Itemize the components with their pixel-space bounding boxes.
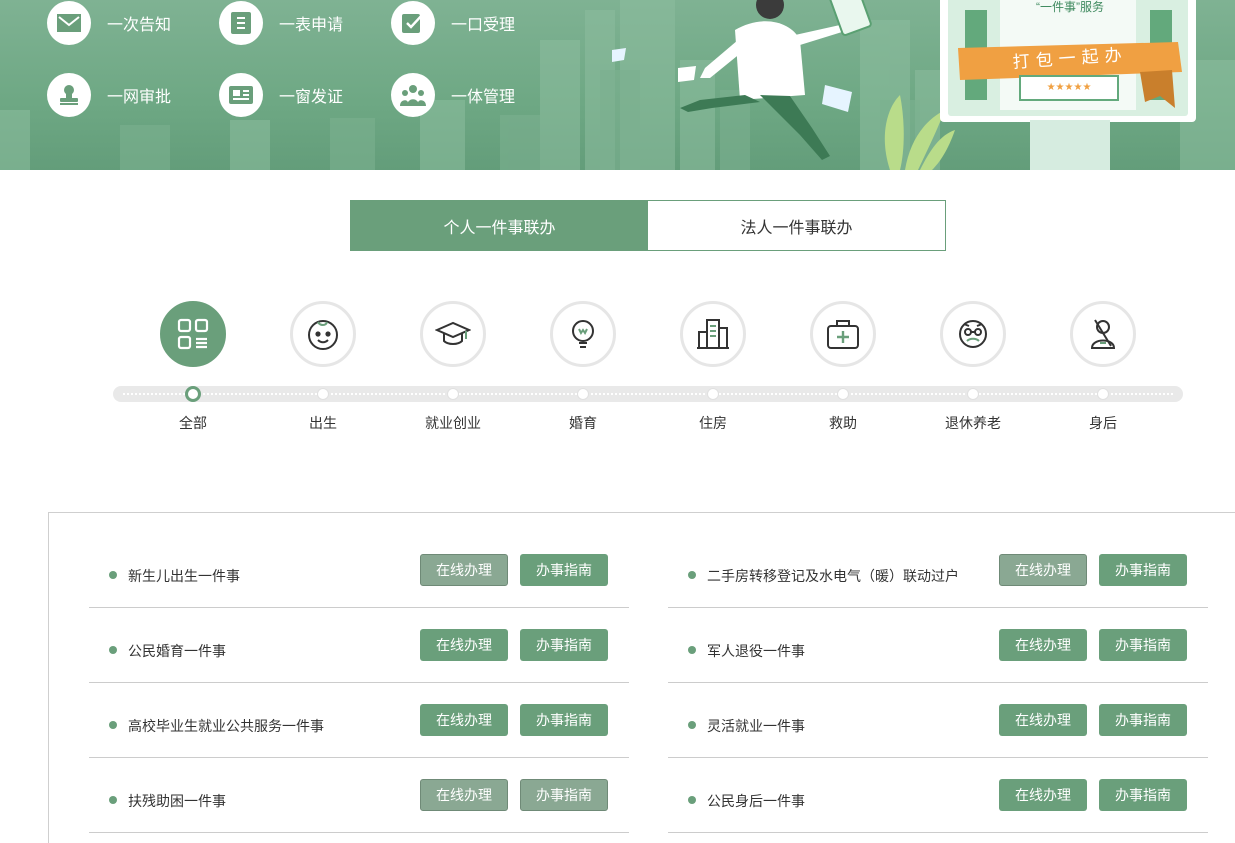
grid-icon [177, 318, 209, 350]
service-guide-button[interactable]: 办事指南 [520, 629, 608, 661]
bullet-dot [109, 796, 117, 804]
feature-online-approval: 一网审批 [47, 72, 171, 118]
service-tabs: 个人一件事联办 法人一件事联办 [350, 200, 946, 251]
bullet-dot [688, 796, 696, 804]
category-label-marriage[interactable]: 婚育 [528, 413, 638, 433]
timeline-node [447, 388, 459, 400]
item-name[interactable]: 公民身后一件事 [707, 791, 805, 811]
tab-personal[interactable]: 个人一件事联办 [351, 201, 648, 250]
timeline-node [837, 388, 849, 400]
bullet-dot [109, 721, 117, 729]
category-assistance-button[interactable] [810, 301, 876, 367]
edit-icon [391, 1, 435, 45]
category-label-assistance[interactable]: 救助 [788, 413, 898, 433]
feature-label: 一体管理 [451, 89, 516, 106]
service-guide-button[interactable]: 办事指南 [1099, 554, 1187, 586]
list-item: 扶残助困一件事 在线办理 办事指南 [89, 758, 629, 833]
online-apply-button[interactable]: 在线办理 [999, 554, 1087, 586]
category-label-posthumous[interactable]: 身后 [1048, 413, 1158, 433]
service-guide-button[interactable]: 办事指南 [1099, 704, 1187, 736]
medical-kit-icon [827, 320, 859, 349]
list-item: 高校毕业生就业公共服务一件事 在线办理 办事指南 [89, 683, 629, 758]
service-guide-button[interactable]: 办事指南 [520, 779, 608, 811]
category-all-button[interactable] [160, 301, 226, 367]
online-apply-button[interactable]: 在线办理 [420, 779, 508, 811]
item-name[interactable]: 新生儿出生一件事 [128, 566, 240, 586]
online-apply-button[interactable]: 在线办理 [420, 704, 508, 736]
stamp-icon [47, 73, 91, 117]
bullet-dot [109, 646, 117, 654]
feature-label: 一表申请 [279, 17, 344, 34]
feature-label: 一窗发证 [279, 89, 344, 106]
service-guide-button[interactable]: 办事指南 [1099, 629, 1187, 661]
feature-label: 一口受理 [451, 17, 516, 34]
service-guide-button[interactable]: 办事指南 [520, 554, 608, 586]
online-apply-button[interactable]: 在线办理 [420, 629, 508, 661]
elder-face-icon [959, 320, 987, 348]
timeline-node [967, 388, 979, 400]
list-item: 军人退役一件事 在线办理 办事指南 [668, 608, 1208, 683]
feature-label: 一网审批 [107, 89, 172, 106]
list-item: 二手房转移登记及水电气（暖）联动过户 在线办理 办事指南 [668, 533, 1208, 608]
timeline-node [317, 388, 329, 400]
lightbulb-icon [572, 320, 594, 348]
star-rating: ★★★★★ [1046, 82, 1092, 93]
category-label-housing[interactable]: 住房 [658, 413, 768, 433]
service-guide-button[interactable]: 办事指南 [520, 704, 608, 736]
list-item: 公民身后一件事 在线办理 办事指南 [668, 758, 1208, 833]
category-label-all[interactable]: 全部 [138, 413, 248, 433]
feature-once-inform: 一次告知 [47, 0, 171, 46]
bullet-dot [688, 646, 696, 654]
list-item: 公民婚育一件事 在线办理 办事指南 [89, 608, 629, 683]
bullet-dot [688, 571, 696, 579]
bullet-dot [688, 721, 696, 729]
item-name[interactable]: 军人退役一件事 [707, 641, 805, 661]
item-name[interactable]: 扶残助困一件事 [128, 791, 226, 811]
tab-legal-entity[interactable]: 法人一件事联办 [648, 201, 945, 250]
mail-icon [47, 1, 91, 45]
item-name[interactable]: 灵活就业一件事 [707, 716, 805, 736]
baby-face-icon [308, 320, 338, 350]
online-apply-button[interactable]: 在线办理 [999, 629, 1087, 661]
category-birth-button[interactable] [290, 301, 356, 367]
id-card-icon [219, 73, 263, 117]
service-guide-button[interactable]: 办事指南 [1099, 779, 1187, 811]
banner: “一件事”服务 打包一起办 ★★★★★ 一次告知 一表申请 一口受理 一网审批 … [0, 0, 1235, 170]
category-marriage-button[interactable] [550, 301, 616, 367]
category-retirement-button[interactable] [940, 301, 1006, 367]
category-employment-button[interactable] [420, 301, 486, 367]
online-apply-button[interactable]: 在线办理 [999, 779, 1087, 811]
building-icon [697, 319, 729, 349]
memorial-icon [1090, 319, 1116, 349]
timeline-node-active [185, 386, 201, 402]
item-name[interactable]: 高校毕业生就业公共服务一件事 [128, 716, 324, 736]
bullet-dot [109, 571, 117, 579]
item-name[interactable]: 公民婚育一件事 [128, 641, 226, 661]
category-label-employment[interactable]: 就业创业 [398, 413, 508, 433]
category-posthumous-button[interactable] [1070, 301, 1136, 367]
category-housing-button[interactable] [680, 301, 746, 367]
feature-one-accept: 一口受理 [391, 0, 515, 46]
feature-unified-management: 一体管理 [391, 72, 515, 118]
feature-window-license: 一窗发证 [219, 72, 343, 118]
category-label-retirement[interactable]: 退休养老 [918, 413, 1028, 433]
category-timeline [113, 386, 1183, 402]
service-list-panel: 新生儿出生一件事 在线办理 办事指南 公民婚育一件事 在线办理 办事指南 高校毕… [48, 512, 1235, 843]
form-icon [219, 1, 263, 45]
timeline-node [577, 388, 589, 400]
list-item: 新生儿出生一件事 在线办理 办事指南 [89, 533, 629, 608]
item-name[interactable]: 二手房转移登记及水电气（暖）联动过户 [707, 566, 959, 586]
timeline-node [707, 388, 719, 400]
category-label-birth[interactable]: 出生 [268, 413, 378, 433]
board-subtitle: “一件事”服务 [1036, 0, 1104, 14]
online-apply-button[interactable]: 在线办理 [999, 704, 1087, 736]
timeline-node [1097, 388, 1109, 400]
feature-one-form: 一表申请 [219, 0, 343, 46]
people-icon [391, 73, 435, 117]
online-apply-button[interactable]: 在线办理 [420, 554, 508, 586]
list-item: 灵活就业一件事 在线办理 办事指南 [668, 683, 1208, 758]
graduation-cap-icon [435, 321, 471, 345]
feature-label: 一次告知 [107, 17, 172, 34]
